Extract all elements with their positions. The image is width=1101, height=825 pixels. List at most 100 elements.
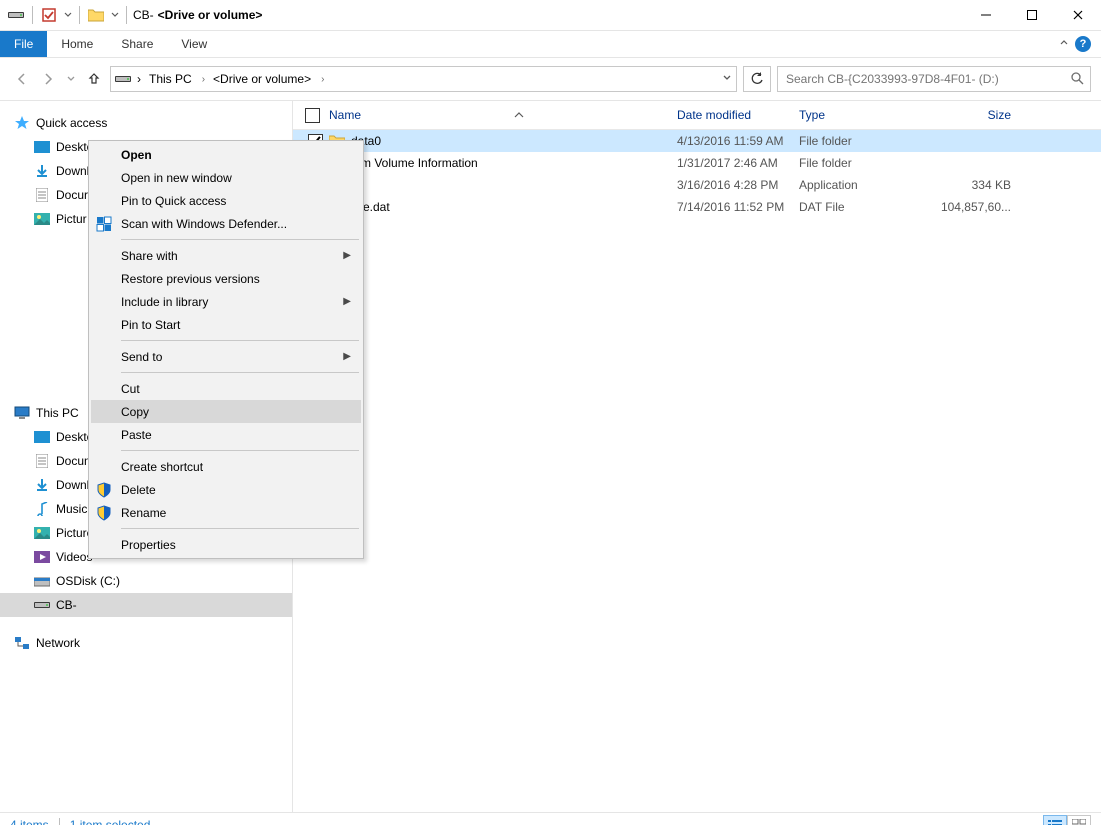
context-menu-item[interactable]: Cut: [91, 377, 361, 400]
sidebar-quick-access[interactable]: Quick access: [0, 111, 292, 135]
context-menu-label: Rename: [121, 506, 166, 520]
ribbon-tab-file[interactable]: File: [0, 31, 47, 57]
back-button[interactable]: [12, 69, 32, 89]
file-name: tem Volume Information: [351, 156, 478, 170]
context-menu-separator: [121, 372, 359, 373]
pictures-icon: [34, 211, 50, 227]
context-menu-item[interactable]: Pin to Start: [91, 313, 361, 336]
sidebar-pc-item[interactable]: OSDisk (C:): [0, 569, 292, 593]
shield-icon: [95, 504, 113, 522]
address-dropdown-icon[interactable]: [722, 72, 732, 86]
breadcrumb-this-pc[interactable]: This PC›: [147, 72, 207, 86]
sidebar-label: Videos: [56, 550, 92, 564]
file-row[interactable]: tfile.dat7/14/2016 11:52 PMDAT File104,8…: [293, 196, 1101, 218]
context-menu-label: Pin to Start: [121, 318, 180, 332]
qat-folder-dropdown-icon[interactable]: [109, 4, 121, 26]
context-menu-label: Include in library: [121, 295, 208, 309]
context-menu-item[interactable]: Include in library ▶: [91, 290, 361, 313]
refresh-button[interactable]: [743, 66, 771, 92]
column-type[interactable]: Type: [799, 108, 915, 122]
sidebar-pc-item[interactable]: CB-: [0, 593, 292, 617]
separator: [79, 6, 80, 24]
context-menu-label: Properties: [121, 538, 176, 552]
search-icon[interactable]: [1070, 71, 1084, 88]
context-menu-item[interactable]: Delete: [91, 478, 361, 501]
context-menu-item[interactable]: Open in new window: [91, 166, 361, 189]
status-selection-count: 1 item selected: [70, 818, 151, 825]
context-menu-label: Paste: [121, 428, 152, 442]
title-main: <Drive or volume>: [158, 8, 263, 22]
qat-dropdown-icon[interactable]: [62, 4, 74, 26]
submenu-arrow-icon: ▶: [343, 296, 351, 307]
context-menu-item[interactable]: Paste: [91, 423, 361, 446]
context-menu-label: Share with: [121, 249, 178, 263]
recent-locations-button[interactable]: [64, 69, 78, 89]
file-date: 3/16/2016 4:28 PM: [677, 178, 799, 192]
column-size[interactable]: Size: [915, 108, 1023, 122]
column-date[interactable]: Date modified: [677, 108, 799, 122]
context-menu-separator: [121, 340, 359, 341]
sidebar-network[interactable]: Network: [0, 631, 292, 655]
defender-icon: [95, 215, 113, 233]
context-menu-item[interactable]: Create shortcut: [91, 455, 361, 478]
file-row[interactable]: tem Volume Information1/31/2017 2:46 AMF…: [293, 152, 1101, 174]
context-menu-item[interactable]: Send to ▶: [91, 345, 361, 368]
separator: [59, 818, 60, 825]
breadcrumb-sep-icon[interactable]: ›: [135, 72, 143, 86]
this-pc-icon: [14, 405, 30, 421]
file-date: 4/13/2016 11:59 AM: [677, 134, 799, 148]
context-menu: Open Open in new window Pin to Quick acces…: [88, 140, 364, 559]
documents-icon: [34, 187, 50, 203]
qat-properties-icon[interactable]: [38, 4, 60, 26]
up-button[interactable]: [84, 69, 104, 89]
sidebar-label: OSDisk (C:): [56, 574, 120, 588]
context-menu-item[interactable]: Scan with Windows Defender...: [91, 212, 361, 235]
qat-drive-icon[interactable]: [5, 4, 27, 26]
context-menu-item[interactable]: Pin to Quick access: [91, 189, 361, 212]
address-drive-icon: [115, 71, 131, 87]
downloads-icon: [34, 477, 50, 493]
ribbon-tab-view[interactable]: View: [167, 31, 221, 57]
help-icon[interactable]: ?: [1075, 36, 1091, 52]
sidebar-label: Pictur: [56, 212, 87, 226]
file-date: 1/31/2017 2:46 AM: [677, 156, 799, 170]
context-menu-label: Create shortcut: [121, 460, 203, 474]
close-button[interactable]: [1055, 0, 1101, 30]
shield-icon: [95, 481, 113, 499]
sidebar-label: Docur: [56, 188, 88, 202]
view-details-button[interactable]: [1043, 815, 1067, 825]
context-menu-item[interactable]: Properties: [91, 533, 361, 556]
column-name[interactable]: Name: [325, 108, 677, 122]
view-thumbnails-button[interactable]: [1067, 815, 1091, 825]
sidebar-label: This PC: [36, 406, 79, 420]
sidebar-label: Quick access: [36, 116, 107, 130]
search-input[interactable]: [784, 71, 1070, 87]
context-menu-label: Scan with Windows Defender...: [121, 217, 287, 231]
minimize-button[interactable]: [963, 0, 1009, 30]
ribbon-tab-home[interactable]: Home: [47, 31, 107, 57]
search-box[interactable]: [777, 66, 1091, 92]
column-checkbox[interactable]: [305, 108, 325, 123]
address-bar[interactable]: › This PC› <Drive or volume>›: [110, 66, 737, 92]
qat-folder-icon[interactable]: [85, 4, 107, 26]
title-prefix: CB-: [133, 8, 154, 22]
ribbon-collapse-icon[interactable]: [1059, 37, 1069, 51]
breadcrumb-drive[interactable]: <Drive or volume>›: [211, 72, 326, 86]
context-menu-item[interactable]: Copy: [91, 400, 361, 423]
file-row[interactable]: data04/13/2016 11:59 AMFile folder: [293, 130, 1101, 152]
context-menu-item[interactable]: Share with ▶: [91, 244, 361, 267]
context-menu-item[interactable]: Open: [91, 143, 361, 166]
submenu-arrow-icon: ▶: [343, 250, 351, 261]
separator: [32, 6, 33, 24]
ribbon-tab-share[interactable]: Share: [107, 31, 167, 57]
context-menu-item[interactable]: Restore previous versions: [91, 267, 361, 290]
context-menu-item[interactable]: Rename: [91, 501, 361, 524]
file-row[interactable]: 3/16/2016 4:28 PMApplication334 KB: [293, 174, 1101, 196]
submenu-arrow-icon: ▶: [343, 351, 351, 362]
forward-button[interactable]: [38, 69, 58, 89]
context-menu-label: Open in new window: [121, 171, 232, 185]
maximize-button[interactable]: [1009, 0, 1055, 30]
file-date: 7/14/2016 11:52 PM: [677, 200, 799, 214]
context-menu-separator: [121, 450, 359, 451]
context-menu-label: Send to: [121, 350, 162, 364]
